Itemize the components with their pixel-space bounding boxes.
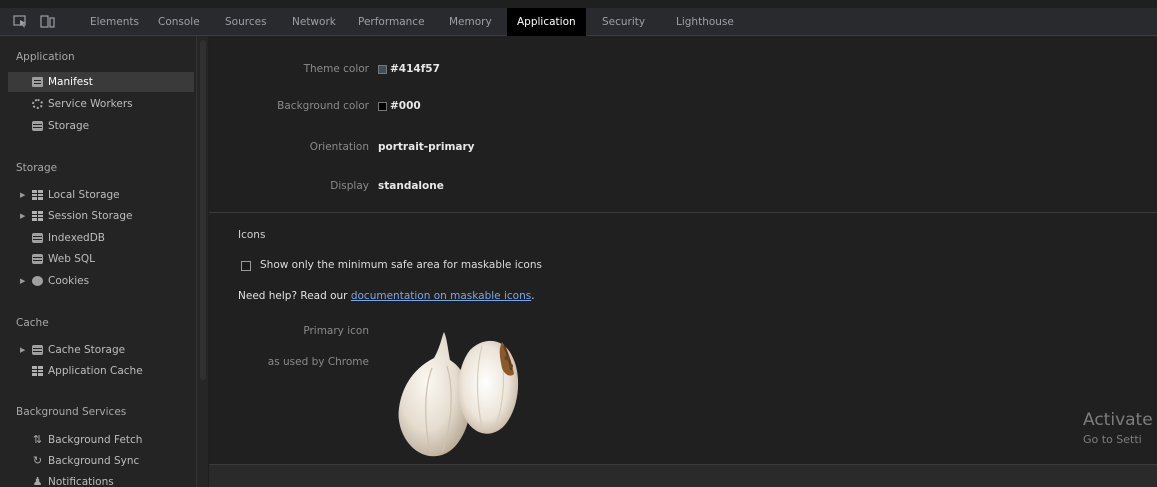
- sidebar-item-label: IndexedDB: [48, 232, 105, 244]
- sidebar-item-notifications[interactable]: ♟ Notifications: [8, 472, 194, 487]
- watermark-line-2: Go to Setti: [1083, 433, 1142, 446]
- icons-section-title: Icons: [238, 229, 266, 241]
- sidebar-item-label: Cookies: [48, 275, 90, 287]
- inspect-element-icon[interactable]: [13, 15, 28, 28]
- background-color-value: #000: [390, 100, 421, 112]
- database-icon: [32, 233, 43, 243]
- background-color-swatch: [378, 102, 387, 111]
- background-color-label: Background color: [277, 100, 369, 112]
- sidebar-item-indexeddb[interactable]: IndexedDB: [8, 228, 194, 248]
- expand-arrow-icon[interactable]: ▶: [20, 185, 25, 205]
- maskable-safe-area-label[interactable]: Show only the minimum safe area for mask…: [260, 259, 542, 271]
- database-icon: [32, 121, 43, 131]
- sidebar-item-label: Background Sync: [48, 455, 140, 467]
- expand-arrow-icon[interactable]: ▶: [20, 271, 25, 291]
- theme-color-label: Theme color: [303, 63, 369, 75]
- cookie-icon: [32, 276, 43, 286]
- tab-memory[interactable]: Memory: [449, 8, 492, 36]
- tab-sources[interactable]: Sources: [225, 8, 267, 36]
- sidebar-scrollbar[interactable]: [196, 36, 208, 487]
- bell-icon: ♟: [32, 475, 43, 487]
- sidebar-item-application-cache[interactable]: Application Cache: [8, 361, 194, 381]
- devtools-tabbar: Elements Console Sources Network Perform…: [0, 8, 1157, 36]
- tab-console[interactable]: Console: [158, 8, 200, 36]
- grid-icon: [32, 190, 43, 200]
- help-suffix: .: [531, 290, 535, 302]
- sidebar-item-storage[interactable]: Storage: [8, 116, 194, 136]
- display-value: standalone: [378, 180, 444, 192]
- tab-lighthouse[interactable]: Lighthouse: [676, 8, 734, 36]
- tab-elements[interactable]: Elements: [90, 8, 139, 36]
- application-sidebar: Application Manifest Service Workers Sto…: [0, 36, 208, 487]
- theme-color-value: #414f57: [390, 63, 440, 75]
- windows-activation-watermark: Activate Go to Setti: [1083, 410, 1153, 446]
- tab-security[interactable]: Security: [602, 8, 645, 36]
- primary-icon-label: Primary icon: [303, 325, 369, 337]
- sidebar-item-label: Cache Storage: [48, 344, 126, 356]
- sidebar-item-label: Service Workers: [48, 98, 133, 110]
- section-title-background-services: Background Services: [16, 406, 127, 418]
- sidebar-item-label: Background Fetch: [48, 434, 143, 446]
- database-icon: [32, 254, 43, 264]
- tab-performance[interactable]: Performance: [358, 8, 425, 36]
- sidebar-item-session-storage[interactable]: ▶ Session Storage: [8, 206, 194, 226]
- database-icon: [32, 345, 43, 355]
- sidebar-item-label: Notifications: [48, 476, 114, 487]
- sidebar-item-background-fetch[interactable]: ⇅ Background Fetch: [8, 430, 194, 450]
- section-divider: [209, 212, 1157, 213]
- scrollbar-thumb[interactable]: [200, 40, 206, 380]
- watermark-line-1: Activate: [1083, 410, 1153, 430]
- document-icon: [32, 77, 43, 87]
- sidebar-item-service-workers[interactable]: Service Workers: [8, 94, 194, 114]
- maskable-safe-area-checkbox[interactable]: [241, 261, 251, 271]
- expand-arrow-icon[interactable]: ▶: [20, 340, 25, 360]
- sidebar-item-label: Web SQL: [48, 253, 96, 265]
- tab-application[interactable]: Application: [507, 8, 586, 36]
- section-title-application: Application: [16, 51, 75, 63]
- sidebar-item-label: Session Storage: [48, 210, 133, 222]
- theme-color-swatch: [378, 65, 387, 74]
- help-prefix: Need help? Read our: [238, 290, 351, 302]
- tab-network[interactable]: Network: [292, 8, 336, 36]
- maskable-docs-link[interactable]: documentation on maskable icons: [351, 290, 531, 302]
- device-toolbar-icon[interactable]: [40, 15, 55, 28]
- grid-icon: [32, 211, 43, 221]
- sidebar-item-cache-storage[interactable]: ▶ Cache Storage: [8, 340, 194, 360]
- sidebar-item-label: Manifest: [48, 76, 93, 88]
- grid-icon: [32, 366, 43, 376]
- gear-icon: [32, 99, 43, 109]
- garlic-app-icon: [398, 332, 519, 457]
- sidebar-item-local-storage[interactable]: ▶ Local Storage: [8, 185, 194, 205]
- sync-icon: ↻: [32, 454, 43, 467]
- sidebar-item-background-sync[interactable]: ↻ Background Sync: [8, 451, 194, 471]
- sidebar-item-label: Local Storage: [48, 189, 120, 201]
- orientation-value: portrait-primary: [378, 141, 475, 153]
- sidebar-item-label: Storage: [48, 120, 90, 132]
- sidebar-item-manifest[interactable]: Manifest: [8, 72, 194, 92]
- expand-arrow-icon[interactable]: ▶: [20, 206, 25, 226]
- maskable-help-text: Need help? Read our documentation on mas…: [238, 290, 535, 302]
- orientation-label: Orientation: [309, 141, 369, 153]
- section-title-cache: Cache: [16, 317, 49, 329]
- fetch-icon: ⇅: [32, 433, 43, 446]
- manifest-panel: Theme color #414f57 Background color #00…: [209, 36, 1157, 487]
- bottom-panel-edge: [209, 464, 1157, 487]
- section-title-storage: Storage: [16, 162, 58, 174]
- display-label: Display: [330, 180, 369, 192]
- sidebar-item-cookies[interactable]: ▶ Cookies: [8, 271, 194, 291]
- sidebar-item-web-sql[interactable]: Web SQL: [8, 249, 194, 269]
- sidebar-item-label: Application Cache: [48, 365, 143, 377]
- primary-icon-sublabel: as used by Chrome: [267, 356, 369, 368]
